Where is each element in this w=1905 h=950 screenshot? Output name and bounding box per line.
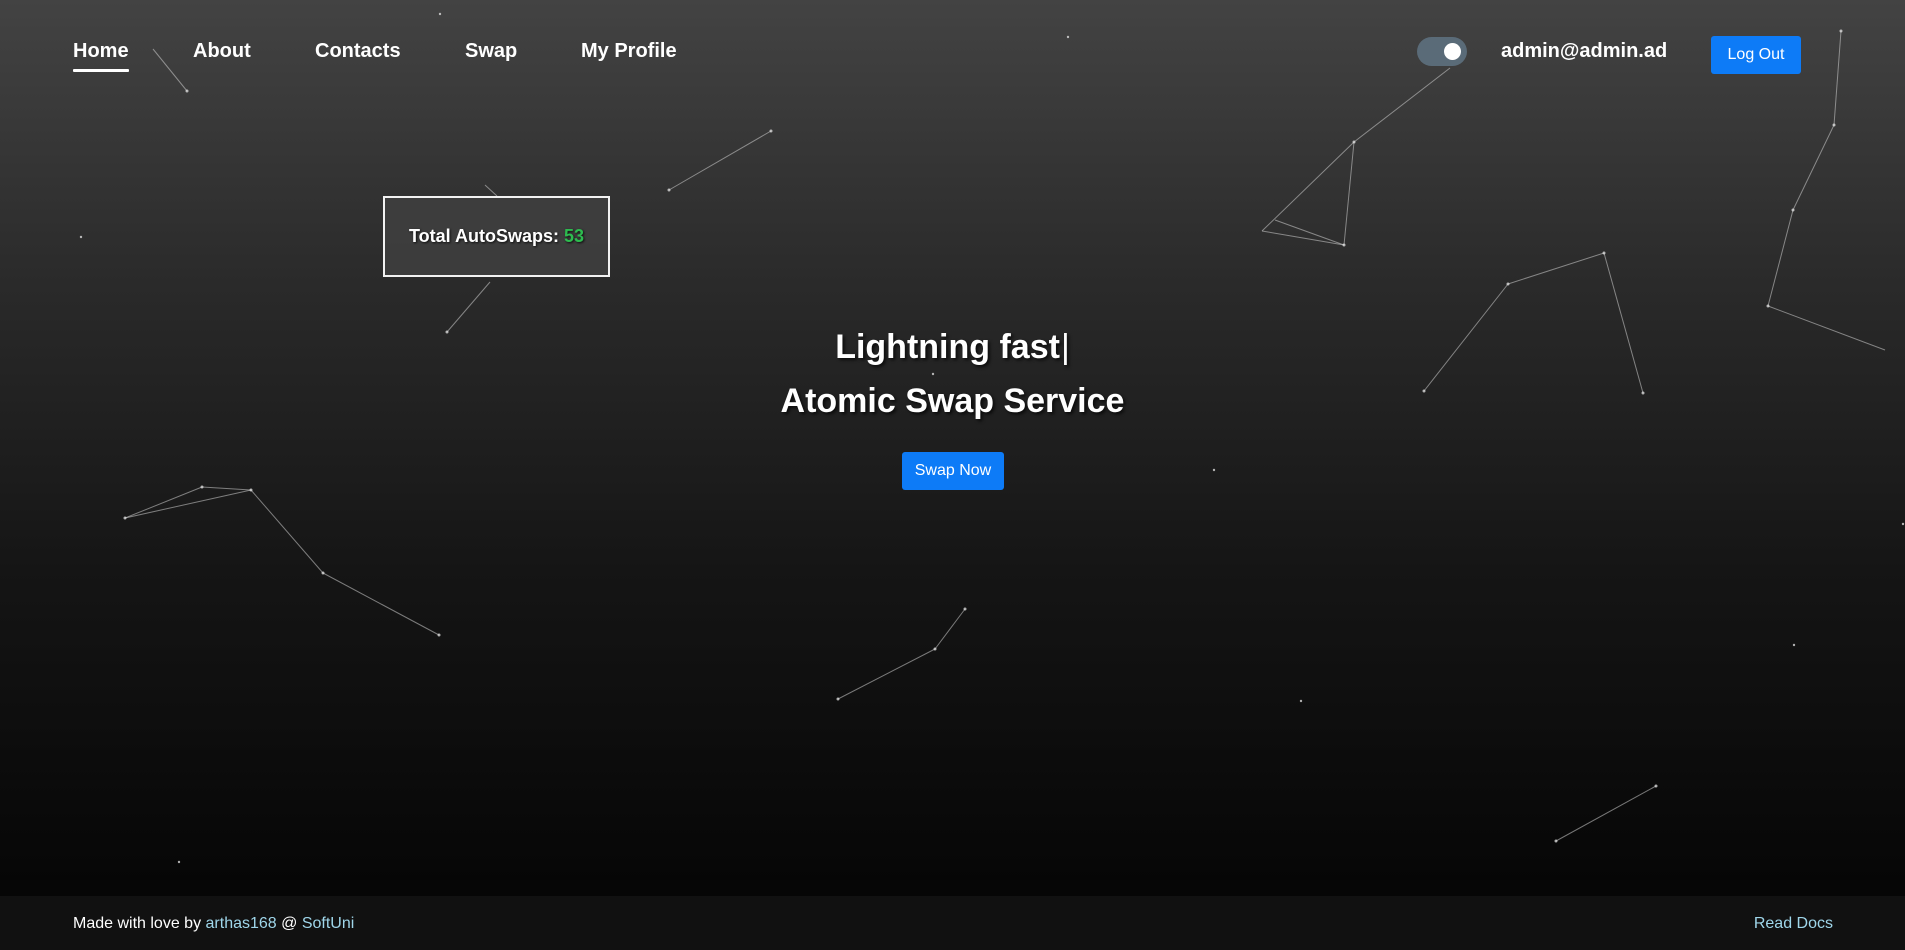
- theme-toggle-switch[interactable]: [1417, 37, 1467, 66]
- softuni-link[interactable]: SoftUni: [302, 915, 354, 932]
- autoswaps-stats-box: Total AutoSwaps: 53: [383, 196, 610, 277]
- hero-line-1: Lightning fast: [835, 328, 1060, 366]
- author-link[interactable]: arthas168: [206, 915, 277, 932]
- footer: Made with love by arthas168 @ SoftUni Re…: [0, 896, 1905, 950]
- hero-headline: Lightning fast|: [0, 326, 1905, 368]
- nav-contacts-link[interactable]: Contacts: [315, 40, 401, 63]
- read-docs-link[interactable]: Read Docs: [1754, 915, 1833, 933]
- footer-at: @: [281, 915, 298, 932]
- footer-credits: Made with love by arthas168 @ SoftUni: [73, 915, 354, 933]
- toggle-knob: [1444, 43, 1461, 60]
- footer-made-with: Made with love by: [73, 915, 202, 932]
- constellation-background: [79, 12, 1905, 864]
- nav-swap-link[interactable]: Swap: [465, 40, 517, 63]
- typing-cursor: |: [1060, 328, 1070, 366]
- top-navbar: Home About Contacts Swap My Profile admi…: [0, 0, 1905, 100]
- nav-my-profile-link[interactable]: My Profile: [581, 40, 677, 63]
- nav-home-link[interactable]: Home: [73, 40, 129, 72]
- hero-line-2: Atomic Swap Service: [780, 382, 1125, 420]
- hero-subheadline: Atomic Swap Service: [0, 380, 1905, 422]
- stats-count: 53: [563, 226, 585, 246]
- stats-label: Total AutoSwaps:: [408, 226, 559, 246]
- swap-now-button[interactable]: Swap Now: [902, 452, 1004, 490]
- nav-about-link[interactable]: About: [193, 40, 251, 63]
- user-email: admin@admin.ad: [1501, 40, 1668, 62]
- logout-button[interactable]: Log Out: [1711, 36, 1801, 74]
